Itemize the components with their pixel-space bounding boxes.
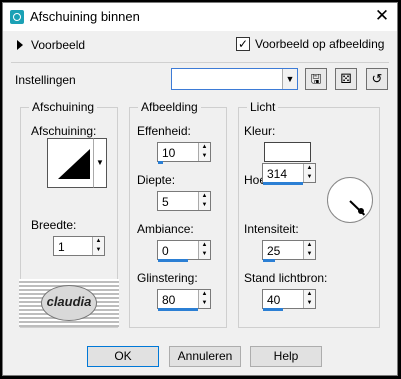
shininess-label: Glinstering: [137,271,198,285]
app-icon [10,10,24,24]
intensity-bar [263,259,275,262]
preview-row: Voorbeeld ✓ Voorbeeld op afbeelding [3,32,397,62]
smoothness-value: 10 [162,146,176,160]
elevation-bar [263,308,283,311]
chevron-down-icon[interactable]: ▼ [282,69,297,89]
cancel-button[interactable]: Annuleren [169,346,241,367]
bevel-shape-preview [58,149,90,179]
smoothness-label: Effenheid: [137,124,191,138]
outer-frame: Afschuining binnen ✕ Voorbeeld ✓ Voorbee… [0,0,401,379]
smoothness-bar [158,161,163,164]
ambience-bar [158,259,188,262]
ambience-value: 0 [162,244,169,258]
title-bar: Afschuining binnen ✕ [3,3,397,31]
color-label: Kleur: [244,124,276,138]
angle-value: 314 [267,167,288,181]
spin-arrows-icon[interactable]: ▲ ▼ [303,164,315,182]
depth-value: 5 [162,195,169,209]
preview-toggle[interactable]: Voorbeeld [31,38,85,52]
depth-label: Diepte: [137,173,176,187]
shininess-spinner[interactable]: 80 ▲ ▼ [157,289,211,311]
spin-arrows-icon[interactable]: ▲ ▼ [198,290,210,308]
ambience-spinner[interactable]: 0 ▲ ▼ [157,240,211,262]
close-icon[interactable]: ✕ [371,6,393,28]
elevation-value: 40 [267,293,281,307]
elevation-label: Stand lichtbron: [244,271,328,285]
light-angle-dial-icon[interactable] [327,177,373,223]
dialog-window: Afschuining binnen ✕ Voorbeeld ✓ Voorbee… [2,2,398,376]
save-preset-icon[interactable]: 🖫 [305,68,327,90]
intensity-spinner[interactable]: 25 ▲ ▼ [262,240,316,262]
bevel-group-title: Afschuining [29,100,98,114]
reset-icon[interactable]: ↺ [366,68,388,90]
spin-arrows-icon[interactable]: ▲ ▼ [303,241,315,259]
spin-arrows-icon[interactable]: ▲ ▼ [92,237,104,255]
divider [11,62,389,63]
window-title: Afschuining binnen [30,9,140,24]
random-dice-icon[interactable]: ⚄ [335,68,357,90]
preset-dropdown[interactable]: ▼ [171,68,298,90]
light-color-swatch[interactable] [264,142,311,162]
logo-badge: claudia [41,285,97,321]
dial-knob [358,208,364,214]
expand-triangle-icon[interactable] [17,40,23,50]
smoothness-spinner[interactable]: 10 ▲ ▼ [157,142,211,164]
width-value: 1 [58,240,65,254]
depth-spinner[interactable]: 5 ▲ ▼ [157,191,211,211]
elevation-spinner[interactable]: 40 ▲ ▼ [262,289,316,311]
chevron-down-icon[interactable]: ▼ [93,138,107,188]
width-spinner[interactable]: 1 ▲ ▼ [53,236,105,256]
angle-spinner[interactable]: 314 ▲ ▼ [262,163,316,185]
intensity-label: Intensiteit: [244,222,299,236]
spin-arrows-icon[interactable]: ▲ ▼ [198,143,210,161]
image-group-title: Afbeelding [138,100,201,114]
preview-on-image-checkbox[interactable]: ✓ [236,37,250,51]
settings-label: Instellingen [15,73,76,87]
preview-on-image-label: Voorbeeld op afbeelding [255,37,385,51]
bevel-label: Afschuining: [31,124,97,138]
ambience-label: Ambiance: [137,222,194,236]
shininess-bar [158,308,198,311]
width-label: Breedte: [31,218,77,232]
shininess-value: 80 [162,293,176,307]
intensity-value: 25 [267,244,281,258]
spin-arrows-icon[interactable]: ▲ ▼ [303,290,315,308]
spin-arrows-icon[interactable]: ▲ ▼ [198,241,210,259]
ok-button[interactable]: OK [87,346,159,367]
light-group-title: Licht [247,100,279,114]
help-button[interactable]: Help [250,346,322,367]
angle-bar [263,182,303,185]
claudia-logo: claudia [19,279,119,327]
spin-arrows-icon[interactable]: ▲ ▼ [198,192,210,210]
